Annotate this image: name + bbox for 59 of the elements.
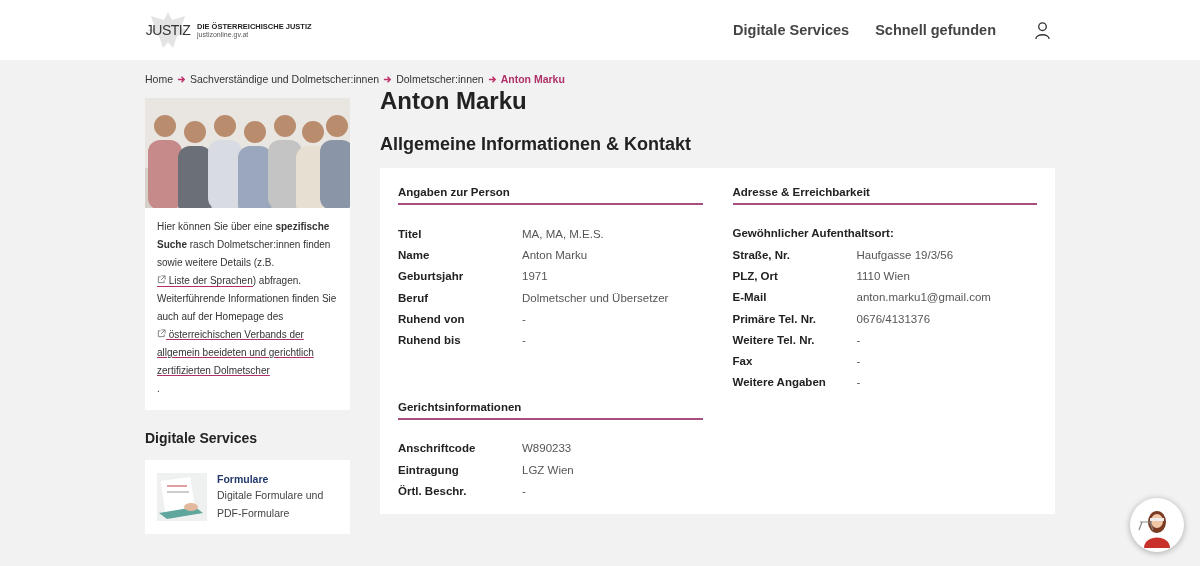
justiz-logo[interactable]: JUSTIZ	[145, 10, 191, 50]
field-label: Eintragung	[398, 463, 460, 476]
field-label: Ruhend von	[398, 312, 466, 325]
field-value: 1971	[522, 270, 549, 283]
field-value: -	[856, 376, 862, 389]
field-value: W890233	[522, 442, 573, 455]
field-label: Geburtsjahr	[398, 270, 465, 283]
field-value: Dolmetscher und Übersetzer	[522, 291, 670, 304]
external-link-icon	[157, 329, 166, 338]
group-heading: Gerichtsinformationen	[398, 400, 703, 420]
field-label: Titel	[398, 227, 423, 240]
intro-paragraph: Hier können Sie über eine spezifische Suche rasch Dolmetscher:innen finden sowie weitere Details (z.B. Liste der Sprachen) abfragen. Weiterführende Informationen finden Sie auch auf der Homepage des österreichischen Verbands der allgemein beeideten und gerichtlich zertifizierten Dolmetscher .	[157, 220, 338, 396]
field-label: Primäre Tel. Nr.	[732, 312, 818, 325]
nav-link[interactable]: Digitale Services	[733, 22, 850, 38]
service-description: Digitale Formulare und PDF-Formulare	[217, 488, 325, 521]
external-link-icon	[157, 275, 166, 284]
external-link[interactable]: Liste der Sprachen	[157, 275, 253, 287]
arrow-icon	[487, 74, 497, 84]
breadcrumb-link[interactable]: Anton Marku	[500, 73, 565, 85]
field-label: Weitere Angaben	[732, 376, 827, 389]
chat-button[interactable]	[1130, 498, 1184, 552]
nav-link[interactable]: Schnell gefunden	[875, 22, 996, 38]
field-value: LGZ Wien	[522, 463, 575, 476]
field-label: Straße, Nr.	[732, 248, 792, 261]
field-label: Anschriftcode	[398, 442, 477, 455]
breadcrumb-link[interactable]: Dolmetscher:innen	[396, 73, 484, 85]
arrow-icon	[383, 74, 393, 84]
field-label: Weitere Tel. Nr.	[732, 333, 816, 346]
user-icon[interactable]	[1034, 20, 1051, 40]
field-label: Beruf	[398, 291, 430, 304]
field-value: 0676/4131376	[856, 312, 932, 325]
field-value: anton.marku1@gmail.com	[856, 291, 992, 304]
external-link[interactable]: österreichischen Verbands der allgemein beeideten und gerichtlich zertifizierten Dolmetscher	[157, 326, 338, 380]
section-heading: Allgemeine Informationen & Kontakt	[380, 134, 693, 155]
group-heading: Angaben zur Person	[398, 186, 703, 205]
field-label: Ruhend bis	[398, 334, 462, 347]
field-value: 1110 Wien	[856, 269, 911, 282]
field-label: PLZ, Ort	[732, 269, 779, 282]
field-label: Örtl. Beschr.	[398, 485, 468, 497]
field-label: Name	[398, 248, 431, 261]
section-heading: Digitale Services	[145, 430, 259, 446]
breadcrumb-link[interactable]: Home	[145, 73, 173, 85]
field-value: -	[522, 312, 527, 325]
field-value: -	[522, 485, 527, 497]
service-title: Formulare	[217, 472, 270, 486]
field-value: Haufgasse 19/3/56	[856, 248, 955, 261]
field-label: Fax	[732, 355, 754, 368]
group-heading: Adresse & Erreichbarkeit	[732, 186, 1037, 205]
field-value: -	[522, 334, 527, 347]
field-value: Anton Marku	[522, 248, 589, 261]
breadcrumb-link[interactable]: Sachverständige und Dolmetscher:innen	[190, 73, 380, 85]
page-title: Anton Marku	[380, 88, 528, 114]
group-subheading: Gewöhnlicher Aufenthaltsort:	[732, 226, 895, 241]
field-value: -	[856, 355, 862, 368]
field-label: E-Mail	[732, 291, 768, 304]
service-card[interactable]: Formulare Digitale Formulare und PDF-Formulare	[145, 460, 350, 534]
arrow-icon	[177, 74, 186, 84]
field-value: -	[856, 333, 862, 346]
field-value: MA, MA, M.E.S.	[522, 227, 605, 240]
